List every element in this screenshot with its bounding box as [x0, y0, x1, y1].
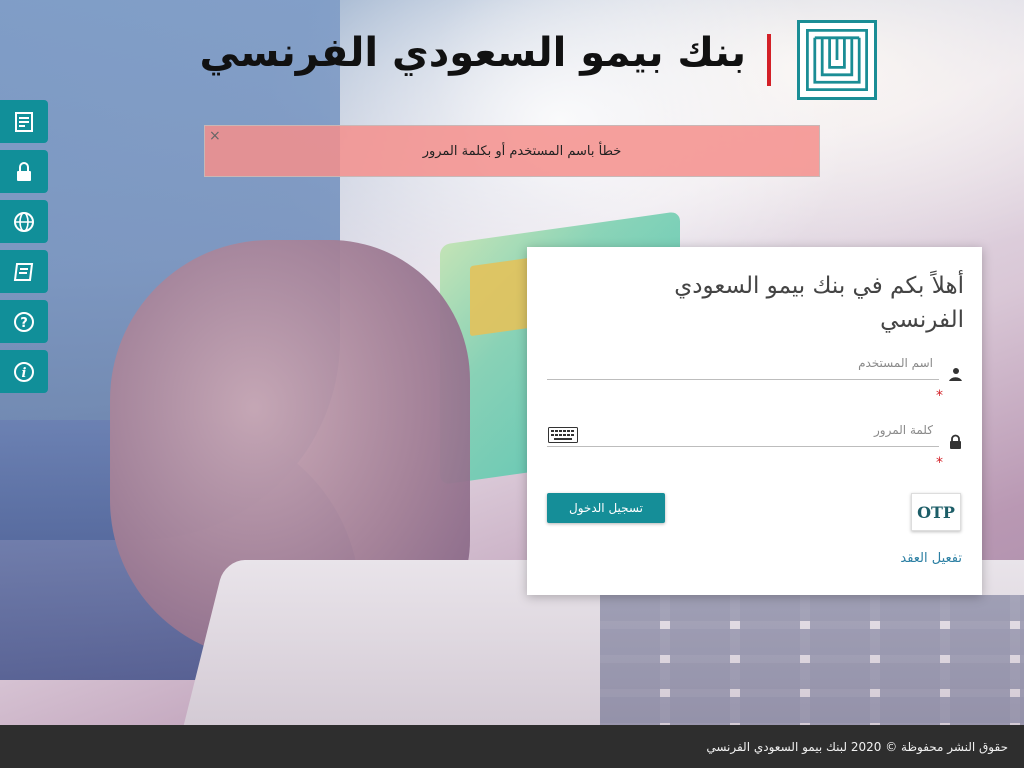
side-rail: ? i [0, 100, 48, 400]
activate-contract-link[interactable]: تفعيل العقد [880, 551, 962, 566]
username-field[interactable] [547, 346, 939, 380]
otp-button[interactable]: OTP [911, 493, 961, 531]
password-required-mark: * [936, 455, 943, 471]
form-icon [15, 111, 33, 132]
error-alert: × خطأ باسم المستخدم أو بكلمة المرور [204, 125, 820, 177]
help-icon: ? [14, 311, 34, 332]
password-lock-icon [950, 434, 961, 449]
logo-maze-icon [806, 29, 868, 91]
close-alert-icon[interactable]: × [209, 129, 221, 143]
welcome-heading: أهلاً بكم في بنك بيمو السعودي الفرنسي [674, 273, 964, 333]
alert-message: خطأ باسم المستخدم أو بكلمة المرور [422, 143, 622, 159]
side-button-language[interactable] [0, 200, 48, 243]
bank-logo [797, 20, 877, 100]
background-card-chip [470, 257, 530, 337]
side-button-forms[interactable] [0, 100, 48, 143]
lock-icon [17, 161, 31, 181]
header-divider [767, 34, 771, 86]
username-required-mark: * [936, 388, 943, 404]
login-button[interactable]: تسجيل الدخول [547, 493, 665, 523]
password-field[interactable] [547, 413, 939, 447]
globe-icon [14, 211, 34, 232]
info-icon: i [14, 361, 34, 382]
password-input[interactable] [547, 413, 939, 446]
user-icon [949, 368, 962, 381]
notes-icon [13, 262, 34, 281]
svg-text:?: ? [20, 316, 28, 331]
username-input[interactable] [547, 346, 939, 379]
virtual-keyboard-icon[interactable] [548, 427, 578, 443]
side-button-notes[interactable] [0, 250, 48, 293]
side-button-help[interactable]: ? [0, 300, 48, 343]
svg-text:i: i [22, 366, 27, 381]
copyright-text: حقوق النشر محفوظة © 2020 لبنك بيمو السعو… [706, 739, 1008, 754]
side-button-info[interactable]: i [0, 350, 48, 393]
background-keyboard [600, 595, 1024, 725]
footer: حقوق النشر محفوظة © 2020 لبنك بيمو السعو… [0, 725, 1024, 768]
bank-name-title: بنك بيمو السعودي الفرنسي [199, 30, 746, 76]
side-button-security[interactable] [0, 150, 48, 193]
